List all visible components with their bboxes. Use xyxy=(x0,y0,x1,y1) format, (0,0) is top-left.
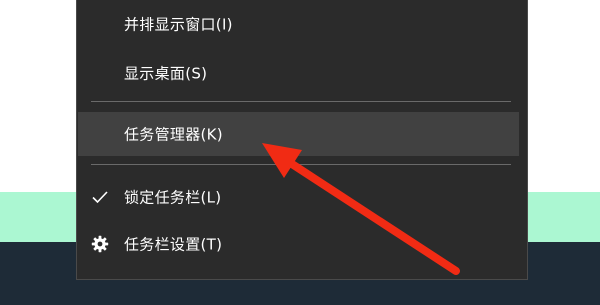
menu-separator xyxy=(91,164,511,165)
check-icon xyxy=(92,191,108,204)
menu-item-label: 显示桌面(S) xyxy=(124,64,208,83)
gear-icon xyxy=(91,235,109,253)
menu-item-label: 任务栏设置(T) xyxy=(124,235,223,254)
menu-item-label: 并排显示窗口(I) xyxy=(124,15,233,34)
menu-item-show-windows-side-by-side[interactable]: 并排显示窗口(I) xyxy=(77,2,527,46)
menu-item-label: 任务管理器(K) xyxy=(124,125,223,144)
taskbar-context-menu: 并排显示窗口(I) 显示桌面(S) 任务管理器(K) 锁定任务栏(L) 任务栏设… xyxy=(76,0,528,280)
menu-separator xyxy=(91,101,511,102)
menu-item-show-desktop[interactable]: 显示桌面(S) xyxy=(77,51,527,95)
menu-item-label: 锁定任务栏(L) xyxy=(124,188,222,207)
menu-item-task-manager[interactable]: 任务管理器(K) xyxy=(78,112,519,156)
menu-item-taskbar-settings[interactable]: 任务栏设置(T) xyxy=(77,222,527,266)
menu-item-lock-taskbar[interactable]: 锁定任务栏(L) xyxy=(77,175,527,219)
